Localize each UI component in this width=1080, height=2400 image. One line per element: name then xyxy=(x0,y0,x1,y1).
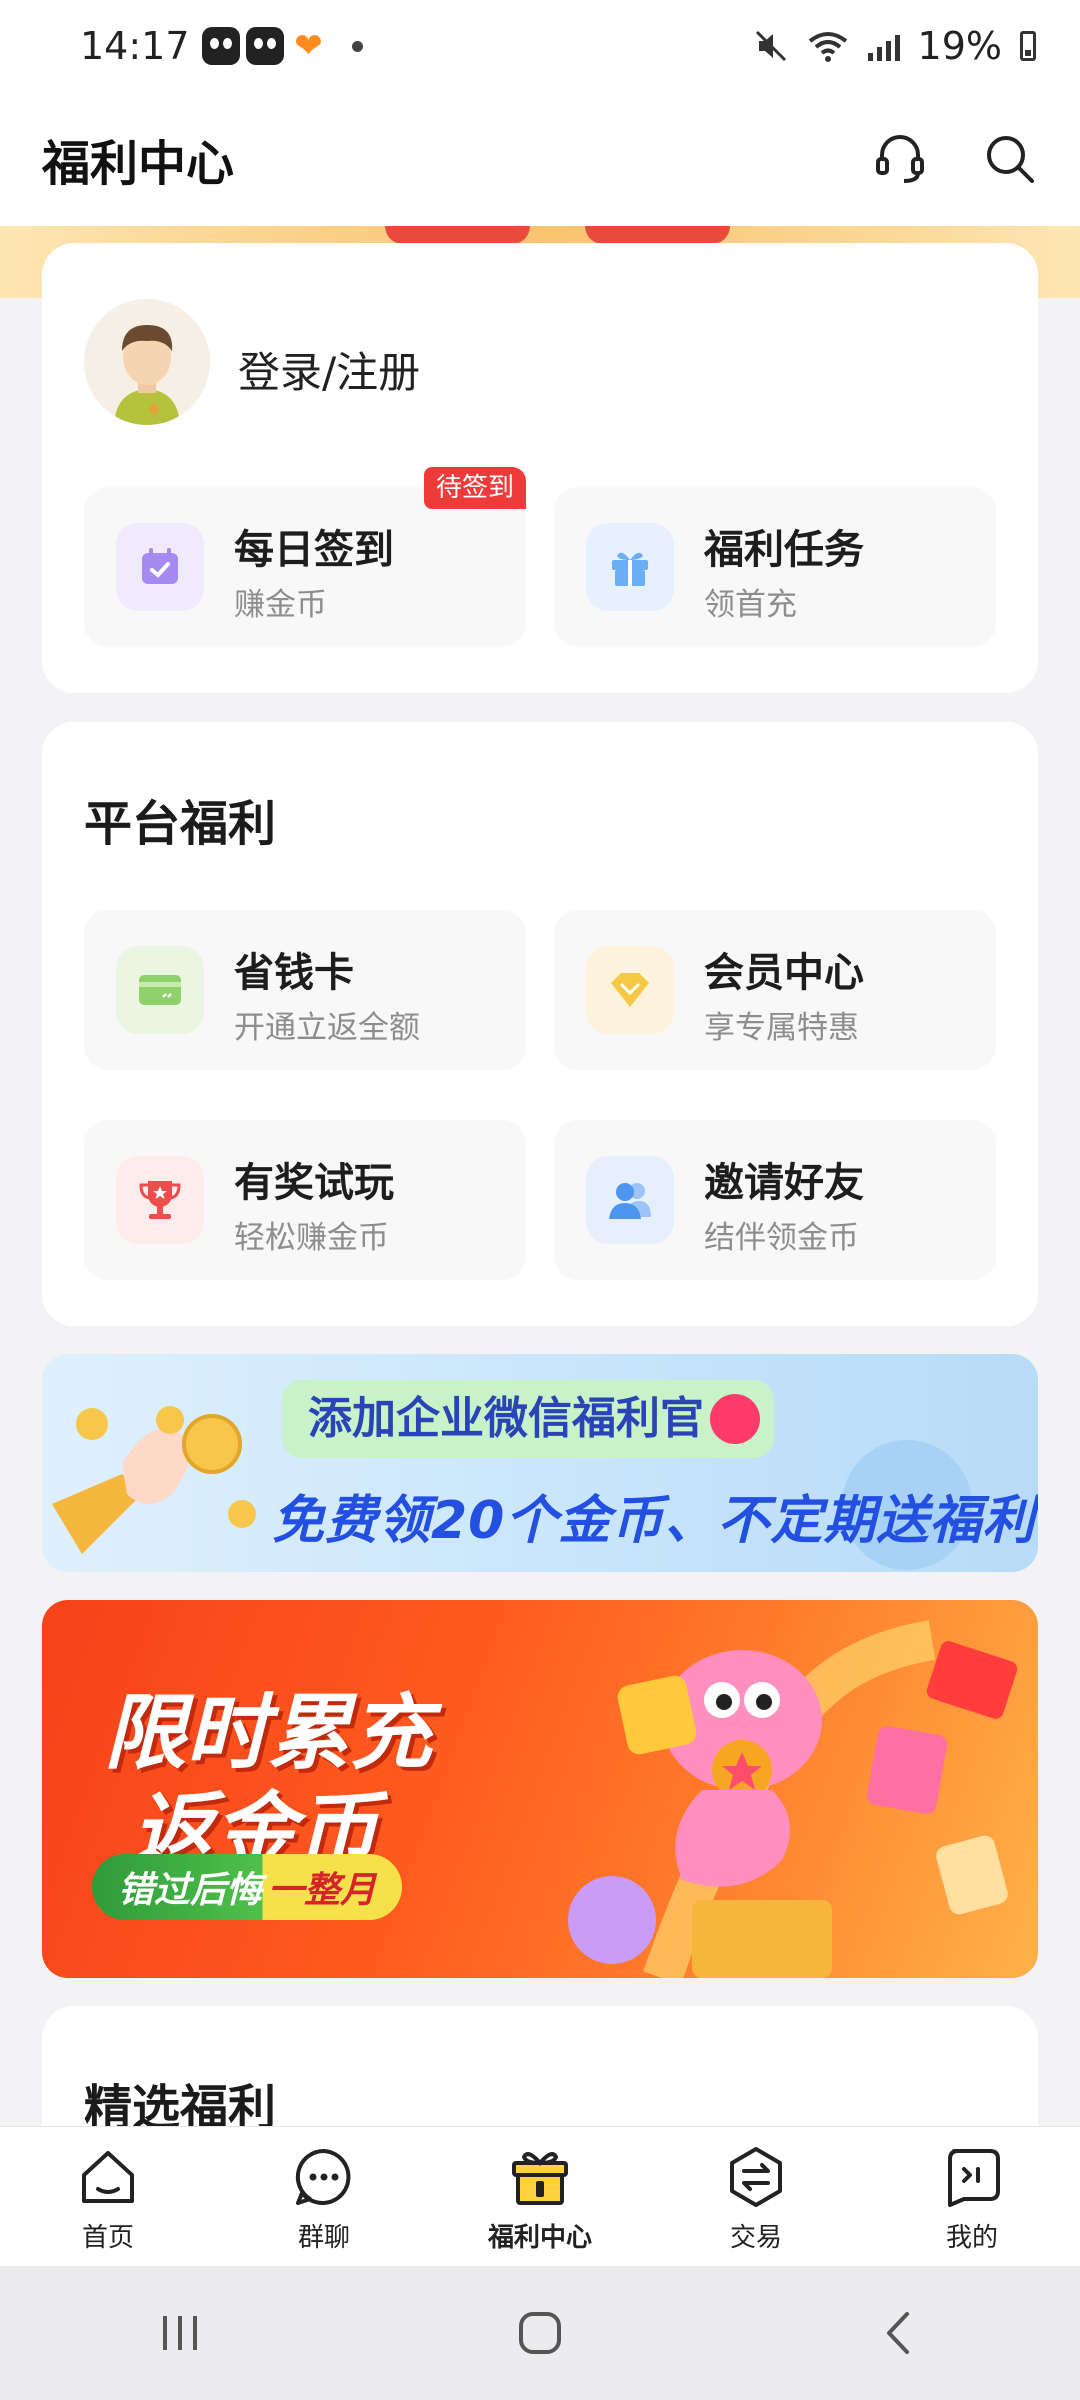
tab-group-chat[interactable]: 群聊 xyxy=(216,2127,432,2266)
tile-subtitle: 领首充 xyxy=(704,587,797,623)
home-nav-button[interactable] xyxy=(360,2266,720,2400)
more-notifications-dot-icon xyxy=(351,40,363,52)
mute-icon xyxy=(755,30,786,62)
search-icon xyxy=(987,136,1034,183)
app-header: 福利中心 xyxy=(0,92,1080,226)
system-navigation-bar xyxy=(0,2266,1080,2400)
tile-subtitle: 开通立返全额 xyxy=(234,1010,420,1046)
gift-icon xyxy=(586,523,674,611)
avatar[interactable] xyxy=(84,299,210,425)
trophy-icon xyxy=(116,1156,204,1244)
screen: 14:17 ❤ 19% 福利中心 登录/注册 每日签到 赚金币 待签到 福利任务… xyxy=(0,0,1080,2400)
search-button[interactable] xyxy=(980,129,1040,189)
panda-app-icon xyxy=(245,27,284,65)
mascot-gift-illustration xyxy=(568,1620,1018,1978)
tile-title: 有奖试玩 xyxy=(234,1160,394,1206)
system-status: 19% xyxy=(754,24,1036,68)
chat-icon xyxy=(295,2148,351,2205)
member-center-tile[interactable]: 会员中心 享专属特惠 xyxy=(554,910,996,1070)
user-card: 登录/注册 每日签到 赚金币 待签到 福利任务 领首充 xyxy=(42,243,1038,693)
home-nav-icon xyxy=(519,2312,561,2354)
saving-card-tile[interactable]: 省钱卡 开通立返全额 xyxy=(84,910,526,1070)
tile-title: 每日签到 xyxy=(234,527,394,573)
tile-title: 会员中心 xyxy=(704,950,864,996)
welfare-tasks-tile[interactable]: 福利任务 领首充 xyxy=(554,487,996,647)
battery-icon xyxy=(1020,31,1036,61)
tab-trade[interactable]: 交易 xyxy=(648,2127,864,2266)
heart-app-icon: ❤ xyxy=(294,26,323,66)
page-title: 福利中心 xyxy=(42,136,235,192)
headset-icon xyxy=(876,135,924,183)
tab-home[interactable]: 首页 xyxy=(0,2127,216,2266)
platform-welfare-card: 平台福利 省钱卡 开通立返全额 会员中心 享专属特惠 有奖试玩 轻松赚金币 邀请… xyxy=(42,722,1038,1326)
wechat-banner-text: 免费领20个金币、不定期送福利 xyxy=(272,1491,1036,1551)
exchange-icon xyxy=(730,2147,782,2207)
card-icon xyxy=(116,946,204,1034)
recent-apps-button[interactable] xyxy=(0,2266,360,2400)
wechat-welfare-banner[interactable]: 添加企业微信福利官 免费领20个金币、不定期送福利 xyxy=(42,1354,1038,1572)
back-button[interactable] xyxy=(720,2266,1080,2400)
battery-percent: 19% xyxy=(917,24,1002,68)
tab-label: 首页 xyxy=(81,2223,134,2253)
recharge-promo-banner[interactable]: 限时累充 返金币 错过后悔 一整月 xyxy=(42,1600,1038,1978)
tab-label: 我的 xyxy=(945,2223,998,2253)
tab-label: 群聊 xyxy=(297,2223,350,2253)
invite-friends-tile[interactable]: 邀请好友 结伴领金币 xyxy=(554,1120,996,1280)
checkin-status-badge: 待签到 xyxy=(423,467,526,509)
wechat-banner-tag: 添加企业微信福利官 xyxy=(282,1380,774,1458)
tile-subtitle: 享专属特惠 xyxy=(704,1010,859,1046)
header-actions xyxy=(870,129,1040,189)
wifi-icon xyxy=(808,32,847,62)
customer-service-button[interactable] xyxy=(870,129,930,189)
tab-mine[interactable]: 我的 xyxy=(864,2127,1080,2266)
wechat-icon xyxy=(710,1394,760,1444)
tile-subtitle: 赚金币 xyxy=(234,587,327,623)
tab-welfare-center[interactable]: 福利中心 xyxy=(432,2127,648,2266)
profile-icon xyxy=(948,2149,1000,2207)
calendar-check-icon xyxy=(116,523,204,611)
tab-label: 福利中心 xyxy=(487,2223,592,2253)
back-icon xyxy=(887,2312,909,2354)
notification-icons: ❤ xyxy=(201,26,328,66)
gift-box-icon xyxy=(512,2152,568,2205)
friends-icon xyxy=(586,1156,674,1244)
tile-title: 邀请好友 xyxy=(704,1160,864,1206)
daily-checkin-tile[interactable]: 每日签到 赚金币 待签到 xyxy=(84,467,526,647)
login-register-link[interactable]: 登录/注册 xyxy=(238,339,420,400)
tab-label: 交易 xyxy=(729,2223,782,2253)
status-time: 14:17 xyxy=(80,24,190,68)
tile-subtitle: 轻松赚金币 xyxy=(234,1220,389,1256)
tile-title: 福利任务 xyxy=(704,527,864,573)
coin-hand-illustration xyxy=(52,1406,256,1554)
panda-app-icon xyxy=(201,27,240,65)
default-avatar-icon xyxy=(84,299,210,425)
promo-pill: 错过后悔 一整月 xyxy=(92,1854,403,1920)
reward-trial-tile[interactable]: 有奖试玩 轻松赚金币 xyxy=(84,1120,526,1280)
status-bar: 14:17 ❤ 19% xyxy=(0,0,1080,92)
section-title: 平台福利 xyxy=(84,796,277,852)
home-icon xyxy=(82,2151,134,2203)
diamond-icon xyxy=(586,946,674,1034)
signal-icon xyxy=(867,31,900,61)
tile-subtitle: 结伴领金币 xyxy=(704,1220,859,1256)
recent-apps-icon xyxy=(163,2316,197,2350)
bottom-tab-bar: 首页 群聊 福利中心 交易 我的 xyxy=(0,2126,1080,2266)
tile-title: 省钱卡 xyxy=(234,950,354,996)
